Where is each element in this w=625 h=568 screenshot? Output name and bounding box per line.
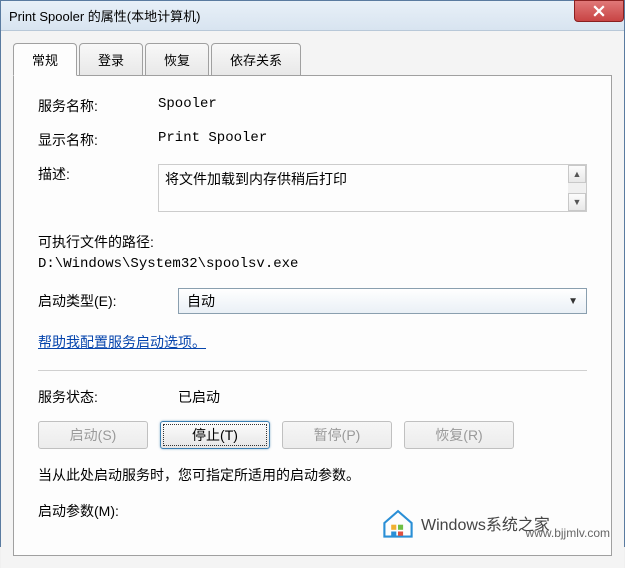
- value-service-status: 已启动: [178, 387, 220, 407]
- start-button: 启动(S): [38, 421, 148, 449]
- row-display-name: 显示名称: Print Spooler: [38, 130, 587, 150]
- startup-type-value: 自动: [187, 291, 215, 311]
- tabstrip: 常规 登录 恢复 依存关系: [13, 43, 612, 76]
- description-box: 将文件加载到内存供稍后打印 ▲ ▼: [158, 164, 587, 212]
- tab-logon[interactable]: 登录: [79, 43, 143, 76]
- label-startup-type: 启动类型(E):: [38, 291, 178, 311]
- tabpanel-general: 服务名称: Spooler 显示名称: Print Spooler 描述: 将文…: [13, 75, 612, 556]
- select-startup-type[interactable]: 自动 ▼: [178, 288, 587, 314]
- row-description: 描述: 将文件加载到内存供稍后打印 ▲ ▼: [38, 164, 587, 212]
- row-executable-path: 可执行文件的路径: D:\Windows\System32\spoolsv.ex…: [38, 232, 587, 272]
- value-display-name: Print Spooler: [158, 130, 267, 146]
- stop-button[interactable]: 停止(T): [160, 421, 270, 449]
- close-button[interactable]: [574, 0, 624, 22]
- row-service-name: 服务名称: Spooler: [38, 96, 587, 116]
- value-description: 将文件加载到内存供稍后打印: [165, 169, 564, 207]
- label-display-name: 显示名称:: [38, 130, 158, 150]
- description-scrollbar[interactable]: ▲ ▼: [568, 165, 586, 211]
- titlebar[interactable]: Print Spooler 的属性(本地计算机): [1, 1, 624, 31]
- label-executable-path: 可执行文件的路径:: [38, 232, 587, 252]
- window-title: Print Spooler 的属性(本地计算机): [9, 6, 200, 25]
- tab-dependencies[interactable]: 依存关系: [211, 43, 301, 76]
- resume-button: 恢复(R): [404, 421, 514, 449]
- start-params-hint: 当从此处启动服务时，您可指定所适用的启动参数。: [38, 465, 587, 485]
- help-link[interactable]: 帮助我配置服务启动选项。: [38, 334, 206, 350]
- label-start-params: 启动参数(M):: [38, 501, 178, 521]
- scroll-up-button[interactable]: ▲: [568, 165, 586, 183]
- house-icon: [381, 506, 415, 540]
- tab-general[interactable]: 常规: [13, 43, 77, 76]
- close-icon: [593, 5, 605, 17]
- chevron-down-icon: ▼: [568, 296, 578, 307]
- value-service-name: Spooler: [158, 96, 217, 112]
- tab-recovery[interactable]: 恢复: [145, 43, 209, 76]
- properties-window: Print Spooler 的属性(本地计算机) 常规 登录 恢复 依存关系 服…: [0, 0, 625, 547]
- label-service-name: 服务名称:: [38, 96, 158, 116]
- pause-button: 暂停(P): [282, 421, 392, 449]
- scroll-track[interactable]: [568, 183, 586, 193]
- service-control-buttons: 启动(S) 停止(T) 暂停(P) 恢复(R): [38, 421, 587, 449]
- label-description: 描述:: [38, 164, 158, 184]
- row-startup-type: 启动类型(E): 自动 ▼: [38, 288, 587, 314]
- divider: [38, 370, 587, 371]
- value-executable-path: D:\Windows\System32\spoolsv.exe: [38, 256, 587, 272]
- watermark-url-wrap: www.bjjmlv.com: [526, 526, 610, 540]
- label-service-status: 服务状态:: [38, 387, 178, 407]
- row-service-status: 服务状态: 已启动: [38, 387, 587, 407]
- content-area: 常规 登录 恢复 依存关系 服务名称: Spooler 显示名称: Print …: [1, 31, 624, 568]
- scroll-down-button[interactable]: ▼: [568, 193, 586, 211]
- watermark-url: www.bjjmlv.com: [526, 526, 610, 540]
